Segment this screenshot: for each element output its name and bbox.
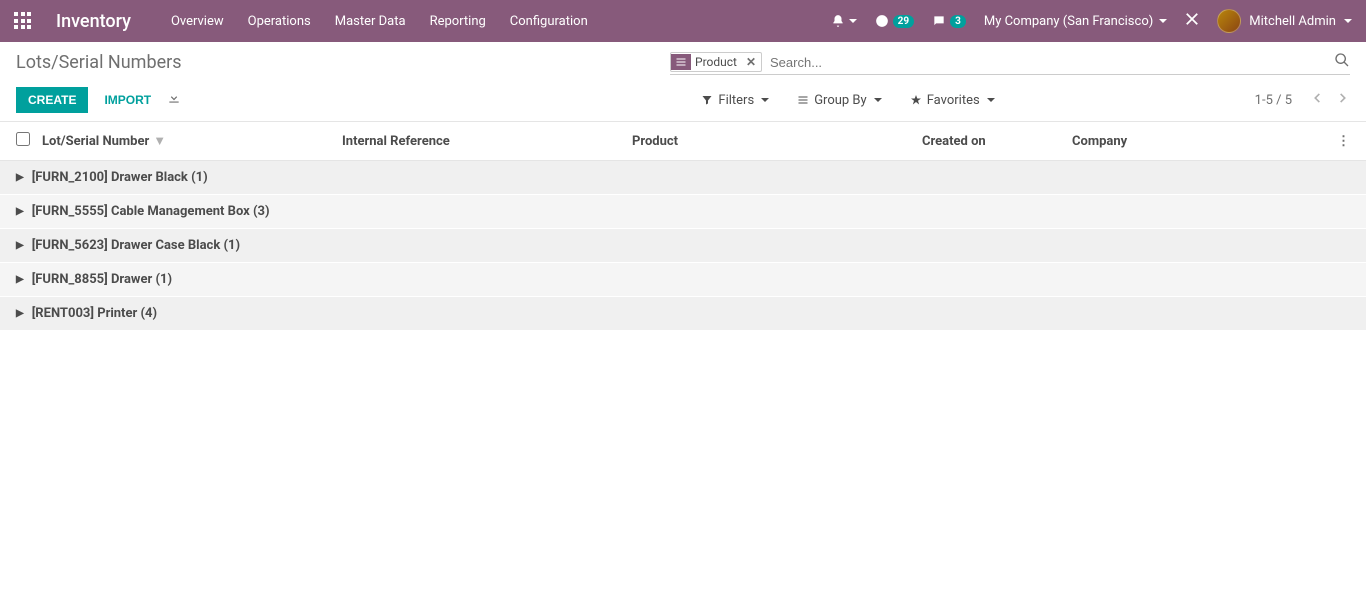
topbar: Inventory Overview Operations Master Dat… [0,0,1366,42]
menu-configuration[interactable]: Configuration [510,14,588,29]
download-icon [167,91,181,105]
groupby-dropdown[interactable]: Group By [797,93,882,108]
col-header-company[interactable]: Company [1072,134,1330,149]
apps-icon[interactable] [14,12,32,30]
filters-dropdown[interactable]: Filters [701,93,769,108]
col-header-product[interactable]: Product [632,134,922,149]
search-area: Product ✕ [670,52,1350,75]
bug-icon [1185,12,1199,26]
group-row[interactable]: ▶ [FURN_8855] Drawer (1) [0,263,1366,297]
group-row[interactable]: ▶ [FURN_2100] Drawer Black (1) [0,161,1366,195]
page-title: Lots/Serial Numbers [16,52,182,73]
group-label: [RENT003] Printer (4) [32,306,157,321]
company-selector[interactable]: My Company (San Francisco) [984,14,1167,29]
menu-operations[interactable]: Operations [248,14,311,29]
col-lot-label: Lot/Serial Number [42,134,149,149]
search-input[interactable] [768,53,1334,72]
group-row[interactable]: ▶ [RENT003] Printer (4) [0,297,1366,331]
caret-down-icon [849,19,857,23]
star-icon [910,94,922,106]
clock-icon [875,14,889,28]
chat-icon [932,14,946,28]
menu-overview[interactable]: Overview [171,14,224,29]
group-icon [671,54,691,70]
export-button[interactable] [167,91,181,109]
facet-remove[interactable]: ✕ [741,53,761,71]
caret-down-icon [874,98,882,102]
list-icon [797,94,809,106]
company-name: My Company (San Francisco) [984,14,1153,29]
group-row[interactable]: ▶ [FURN_5623] Drawer Case Black (1) [0,229,1366,263]
chevron-right-icon: ▶ [16,240,24,251]
debug-button[interactable] [1185,12,1199,30]
sort-desc-icon: ▼ [153,133,166,149]
chevron-right-icon [1336,91,1350,105]
favorites-dropdown[interactable]: Favorites [910,93,995,108]
pager-next[interactable] [1336,91,1350,109]
favorites-label: Favorites [927,93,980,108]
col-header-created[interactable]: Created on [922,134,1072,149]
group-label: [FURN_8855] Drawer (1) [32,272,172,287]
topbar-right: 29 3 My Company (San Francisco) Mitchell… [831,9,1352,33]
chevron-right-icon: ▶ [16,308,24,319]
control-panel: Lots/Serial Numbers Product ✕ CREATE IMP… [0,42,1366,122]
search-facet-product[interactable]: Product ✕ [670,52,762,72]
chevron-right-icon: ▶ [16,206,24,217]
select-all-checkbox[interactable] [16,132,30,146]
group-label: [FURN_5623] Drawer Case Black (1) [32,238,240,253]
funnel-icon [701,94,713,106]
col-header-lot[interactable]: Lot/Serial Number ▼ [42,133,342,149]
pager-text[interactable]: 1-5 / 5 [1255,93,1292,108]
list-view: Lot/Serial Number ▼ Internal Reference P… [0,122,1366,331]
groupby-label: Group By [814,93,867,108]
chevron-right-icon: ▶ [16,274,24,285]
messages-badge: 3 [950,15,966,28]
menu-master-data[interactable]: Master Data [335,14,406,29]
activities-dropdown[interactable]: 29 [875,14,914,28]
menu-reporting[interactable]: Reporting [430,14,486,29]
list-header: Lot/Serial Number ▼ Internal Reference P… [0,122,1366,161]
chevron-left-icon [1310,91,1324,105]
create-button[interactable]: CREATE [16,87,88,113]
caret-down-icon [761,98,769,102]
bell-icon [831,14,845,28]
col-optional-menu[interactable]: ⋮ [1330,134,1350,149]
caret-down-icon [1344,19,1352,23]
group-row[interactable]: ▶ [FURN_5555] Cable Management Box (3) [0,195,1366,229]
top-menu: Overview Operations Master Data Reportin… [171,14,831,29]
facet-label: Product [691,53,741,71]
app-name[interactable]: Inventory [56,11,131,32]
import-button[interactable]: IMPORT [104,93,151,107]
search-icon[interactable] [1334,52,1350,72]
filters-label: Filters [718,93,754,108]
pager-prev[interactable] [1310,91,1324,109]
messages-dropdown[interactable]: 3 [932,14,966,28]
user-name: Mitchell Admin [1249,14,1336,29]
user-menu[interactable]: Mitchell Admin [1217,9,1352,33]
caret-down-icon [1159,19,1167,23]
notifications-dropdown[interactable] [831,14,857,28]
chevron-right-icon: ▶ [16,172,24,183]
col-header-ref[interactable]: Internal Reference [342,134,632,149]
group-label: [FURN_5555] Cable Management Box (3) [32,204,270,219]
avatar [1217,9,1241,33]
activities-badge: 29 [893,15,914,28]
group-label: [FURN_2100] Drawer Black (1) [32,170,208,185]
caret-down-icon [987,98,995,102]
